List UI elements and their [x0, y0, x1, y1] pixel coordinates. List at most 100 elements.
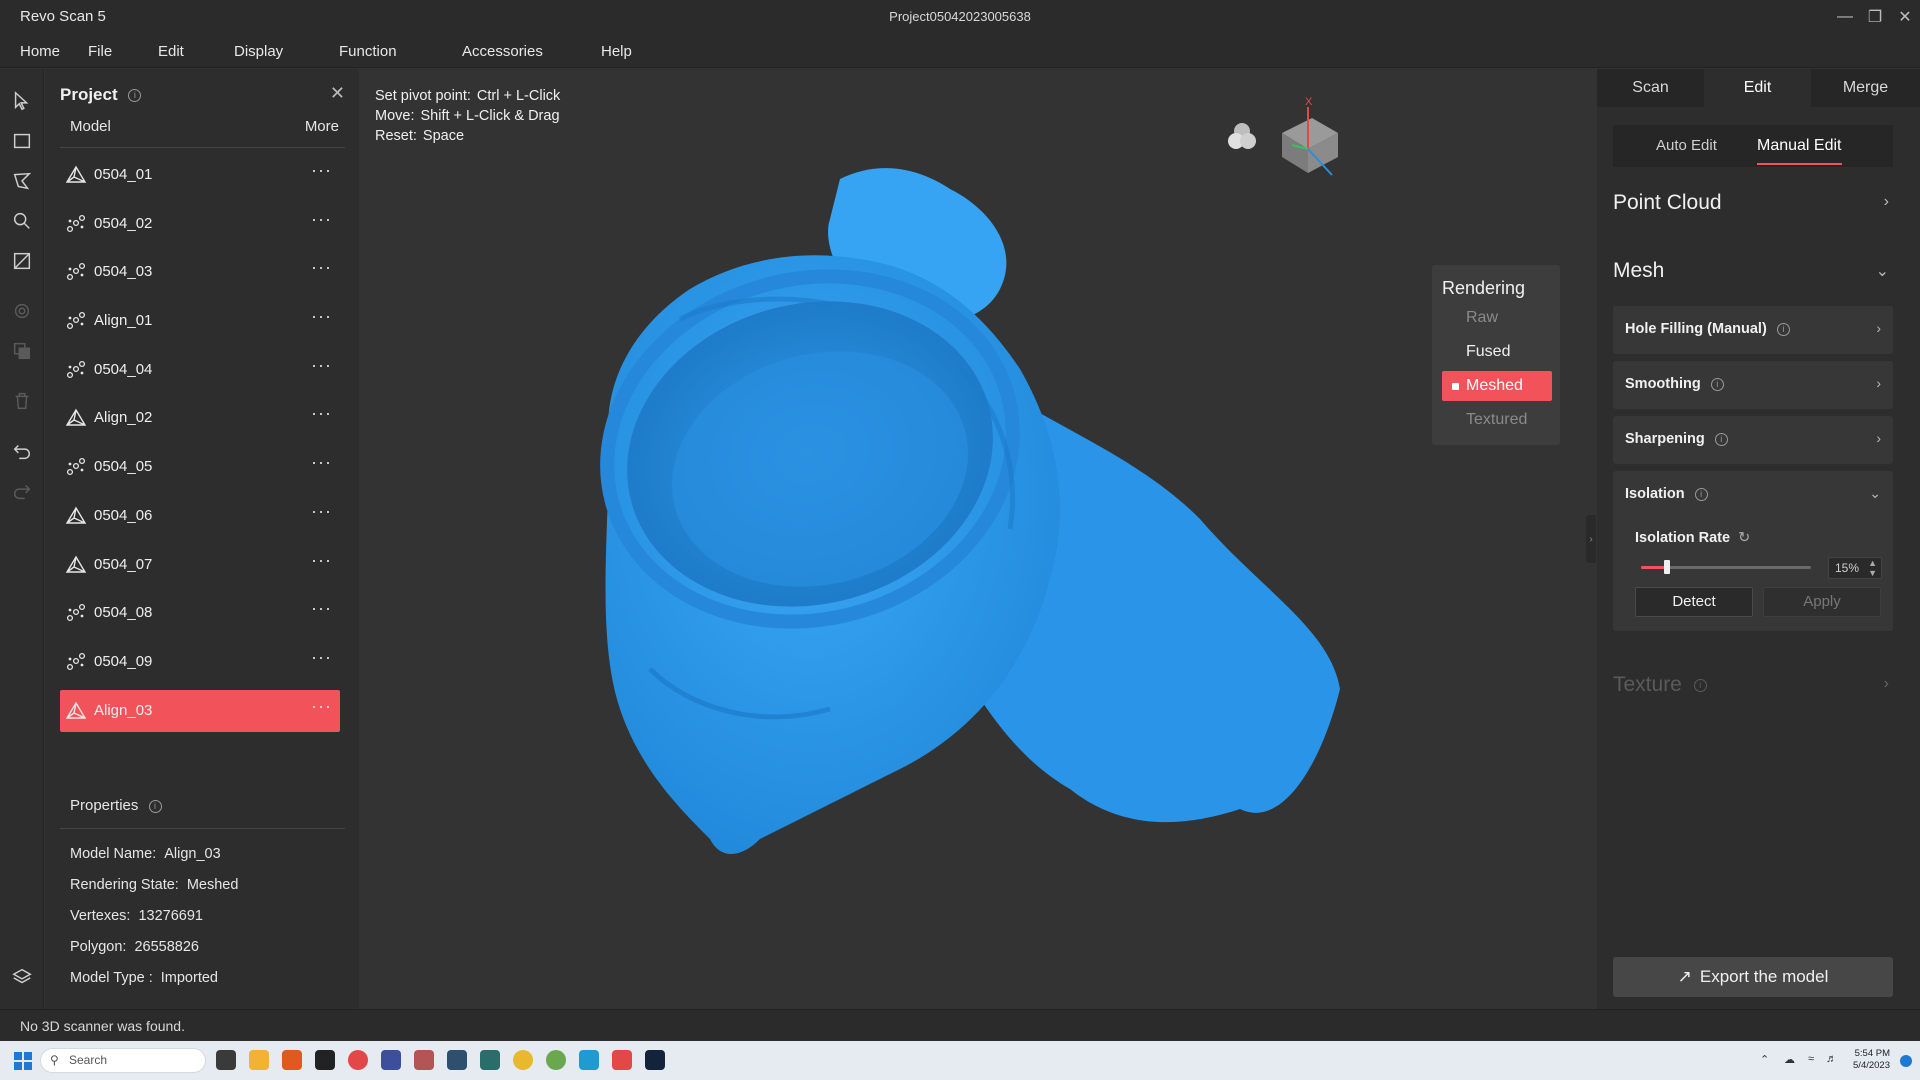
model-row[interactable]: 0504_07 ···: [60, 544, 340, 586]
scanned-mesh-model[interactable]: [360, 69, 1596, 1009]
menu-display[interactable]: Display: [234, 43, 283, 60]
model-row[interactable]: Align_02 ···: [60, 397, 340, 439]
isolation-rate-input[interactable]: 15% ▲ ▼: [1828, 557, 1882, 579]
taskbar-clock[interactable]: 5:54 PM 5/4/2023: [1853, 1048, 1890, 1072]
minimize-icon[interactable]: —: [1830, 0, 1860, 34]
slider-thumb[interactable]: [1663, 560, 1670, 574]
close-panel-icon[interactable]: ✕: [330, 83, 345, 104]
more-options-icon[interactable]: ···: [311, 209, 332, 230]
3d-viewport[interactable]: Set pivot point: Ctrl + L-Click Move: Shif…: [360, 69, 1596, 1009]
menu-function[interactable]: Function: [339, 43, 397, 60]
onedrive-icon[interactable]: ☁: [1784, 1053, 1795, 1066]
more-options-icon[interactable]: ···: [311, 403, 332, 424]
wifi-icon[interactable]: ≈: [1808, 1053, 1814, 1065]
export-button[interactable]: ↗ Export the model: [1613, 957, 1893, 997]
reset-icon[interactable]: ↻: [1738, 530, 1750, 546]
more-options-icon[interactable]: ···: [311, 550, 332, 571]
model-row[interactable]: 0504_05 ···: [60, 446, 340, 488]
tray-chevron-icon[interactable]: ⌃: [1760, 1053, 1769, 1066]
more-options-icon[interactable]: ···: [311, 355, 332, 376]
app-icon[interactable]: [282, 1050, 302, 1070]
section-mesh[interactable]: Mesh ⌄: [1613, 259, 1893, 283]
restore-icon[interactable]: ❐: [1860, 0, 1890, 34]
volume-icon[interactable]: ♬: [1826, 1053, 1837, 1065]
subtab-manual-edit[interactable]: Manual Edit: [1757, 125, 1842, 167]
section-point-cloud[interactable]: Point Cloud ›: [1613, 191, 1893, 215]
menu-file[interactable]: File: [88, 43, 112, 60]
info-icon[interactable]: i: [1694, 487, 1708, 501]
app-icon[interactable]: [579, 1050, 599, 1070]
rendering-option-meshed[interactable]: Meshed: [1442, 371, 1552, 401]
layers-icon[interactable]: [10, 965, 34, 989]
close-icon[interactable]: ✕: [1890, 0, 1920, 34]
app-icon[interactable]: [381, 1050, 401, 1070]
copy-icon[interactable]: [10, 339, 34, 363]
info-icon[interactable]: i: [128, 89, 142, 103]
model-row[interactable]: 0504_01 ···: [60, 154, 340, 196]
tab-scan[interactable]: Scan: [1597, 69, 1704, 107]
menu-help[interactable]: Help: [601, 43, 632, 60]
app-icon[interactable]: [546, 1050, 566, 1070]
reduce-select-icon[interactable]: [10, 299, 34, 323]
model-row[interactable]: Align_03 ···: [60, 689, 340, 732]
more-options-icon[interactable]: ···: [311, 696, 332, 717]
menu-edit[interactable]: Edit: [158, 43, 184, 60]
isolation-rate-slider[interactable]: [1641, 560, 1811, 574]
smoothing-card[interactable]: Smoothing i ›: [1613, 361, 1893, 409]
subtab-auto-edit[interactable]: Auto Edit: [1656, 125, 1717, 167]
lighting-icon[interactable]: [1224, 119, 1260, 155]
brush-select-icon[interactable]: [10, 209, 34, 233]
invert-select-icon[interactable]: [10, 249, 34, 273]
info-icon[interactable]: i: [1776, 322, 1790, 336]
chrome-icon[interactable]: [513, 1050, 533, 1070]
model-row[interactable]: Align_01 ···: [60, 300, 340, 342]
rectangle-select-icon[interactable]: [10, 129, 34, 153]
model-row[interactable]: 0504_08 ···: [60, 592, 340, 634]
menu-accessories[interactable]: Accessories: [462, 43, 543, 60]
view-cube-icon[interactable]: X: [1272, 93, 1352, 187]
terminal-icon[interactable]: [480, 1050, 500, 1070]
sharpening-card[interactable]: Sharpening i ›: [1613, 416, 1893, 464]
model-row[interactable]: 0504_03 ···: [60, 251, 340, 293]
task-view-icon[interactable]: [216, 1050, 236, 1070]
rendering-option-raw[interactable]: Raw: [1442, 303, 1552, 333]
file-explorer-icon[interactable]: [249, 1050, 269, 1070]
more-options-icon[interactable]: ···: [311, 306, 332, 327]
undo-icon[interactable]: [10, 439, 34, 463]
app-icon[interactable]: [348, 1050, 368, 1070]
trash-icon[interactable]: [10, 389, 34, 413]
tab-merge[interactable]: Merge: [1811, 69, 1920, 107]
spinner-icon[interactable]: ▲ ▼: [1868, 558, 1877, 578]
menu-home[interactable]: Home: [20, 43, 60, 60]
section-texture[interactable]: Texture i ›: [1613, 673, 1893, 697]
more-options-icon[interactable]: ···: [311, 647, 332, 668]
isolation-label[interactable]: Isolation i: [1625, 486, 1708, 502]
taskbar-search[interactable]: ⚲ Search: [40, 1048, 206, 1073]
info-icon[interactable]: i: [1710, 377, 1724, 391]
revo-scan-icon[interactable]: [612, 1050, 632, 1070]
model-row[interactable]: 0504_02 ···: [60, 203, 340, 245]
model-row[interactable]: 0504_04 ···: [60, 349, 340, 391]
info-icon[interactable]: i: [148, 799, 162, 813]
photoshop-icon[interactable]: [645, 1050, 665, 1070]
more-options-icon[interactable]: ···: [311, 501, 332, 522]
more-options-icon[interactable]: ···: [311, 452, 332, 473]
app-icon[interactable]: [315, 1050, 335, 1070]
more-options-icon[interactable]: ···: [311, 160, 332, 181]
rendering-option-fused[interactable]: Fused: [1442, 337, 1552, 367]
select-arrow-icon[interactable]: [10, 89, 34, 113]
apply-button[interactable]: Apply: [1763, 587, 1881, 617]
more-options-icon[interactable]: ···: [311, 598, 332, 619]
detect-button[interactable]: Detect: [1635, 587, 1753, 617]
model-row[interactable]: 0504_09 ···: [60, 641, 340, 683]
app-icon[interactable]: [447, 1050, 467, 1070]
tab-edit[interactable]: Edit: [1704, 69, 1811, 107]
collapse-right-panel-handle[interactable]: ›: [1586, 515, 1596, 563]
chevron-down-icon[interactable]: ⌄: [1869, 485, 1881, 502]
more-options-icon[interactable]: ···: [311, 257, 332, 278]
redo-icon[interactable]: [10, 479, 34, 503]
notification-icon[interactable]: [1900, 1055, 1912, 1067]
rendering-option-textured[interactable]: Textured: [1442, 405, 1552, 435]
windows-start-icon[interactable]: [14, 1052, 32, 1070]
lasso-select-icon[interactable]: [10, 169, 34, 193]
